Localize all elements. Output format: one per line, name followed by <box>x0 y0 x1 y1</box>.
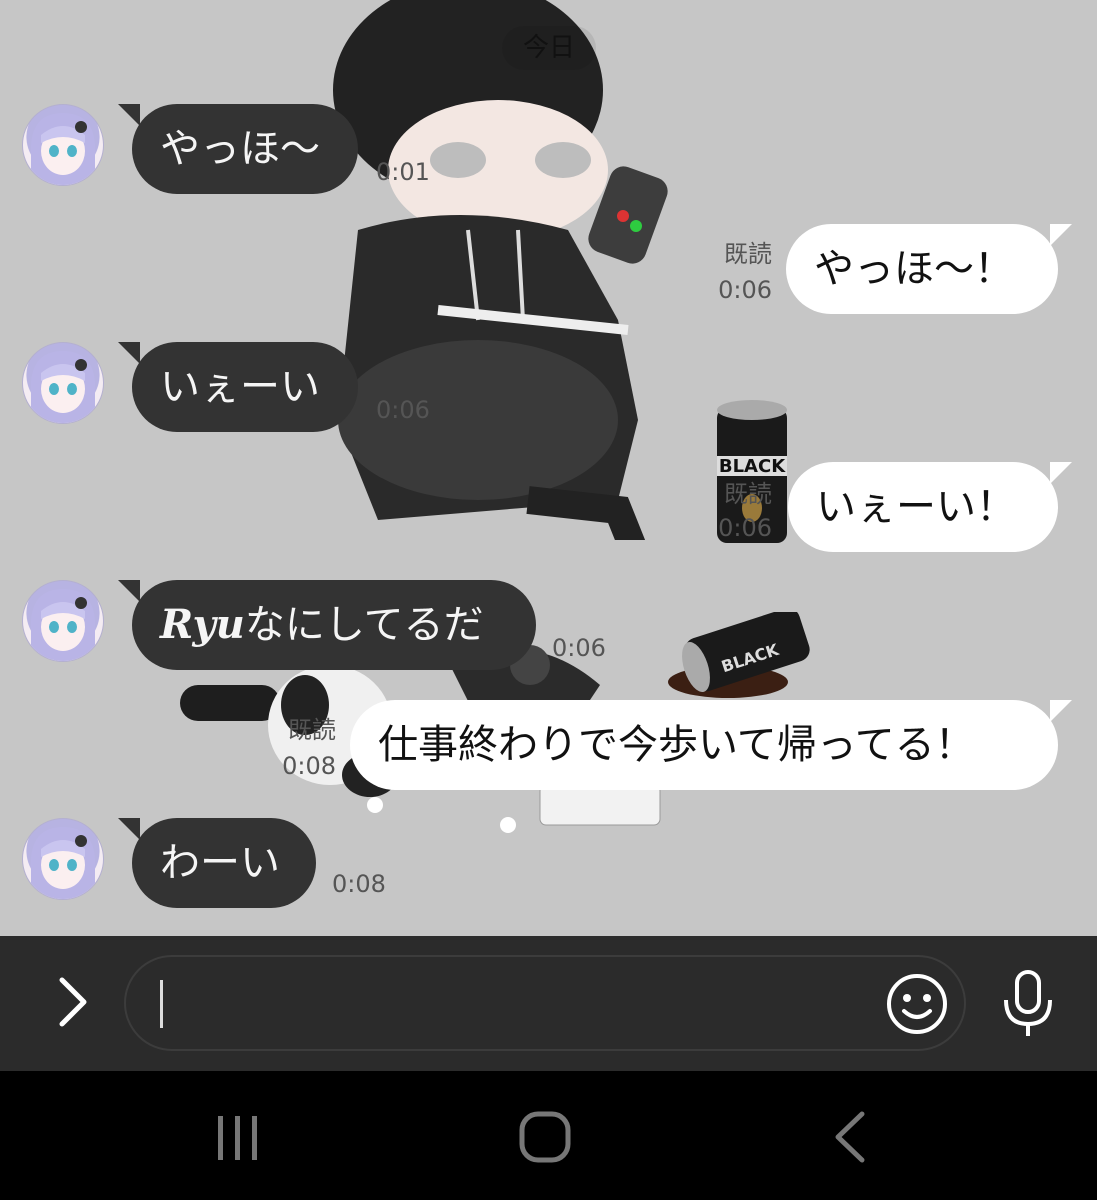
avatar[interactable] <box>22 104 104 186</box>
background-illustration-character <box>333 0 668 540</box>
message-bubble[interactable]: やっほ〜！ <box>786 224 1072 314</box>
chevron-right-icon <box>59 977 87 1027</box>
back-icon <box>835 1111 865 1163</box>
message-text: やっほ〜 <box>160 126 320 172</box>
message-time: 0:01 <box>376 158 430 186</box>
message-input[interactable] <box>124 955 966 1051</box>
read-receipt: 既読 <box>288 716 336 744</box>
chat-area[interactable]: BLACK BLACK 今日 やっほ〜 0:01 既読 0:06 やっほ〜！ い… <box>0 0 1097 936</box>
message-time: 0:06 <box>376 396 430 424</box>
expand-button[interactable] <box>42 972 102 1032</box>
avatar-image <box>31 113 95 185</box>
message-bubble[interactable]: いぇーい <box>118 342 358 432</box>
message-text: やっほ〜！ <box>814 246 1014 292</box>
read-receipt: 既読 <box>724 480 772 508</box>
message-text: いぇーい！ <box>816 484 1016 530</box>
home-button[interactable] <box>516 1108 574 1166</box>
recent-apps-button[interactable] <box>208 1110 268 1166</box>
smiley-icon <box>887 974 947 1034</box>
message-time: 0:08 <box>332 870 386 898</box>
microphone-button[interactable] <box>996 968 1060 1040</box>
message-bubble[interactable]: やっほ〜 <box>118 104 358 194</box>
message-time: 0:06 <box>718 514 772 542</box>
message-bubble[interactable]: いぇーい！ <box>788 462 1072 552</box>
home-icon <box>519 1111 571 1163</box>
svg-text:BLACK: BLACK <box>719 456 786 477</box>
back-button[interactable] <box>826 1108 874 1166</box>
message-text: いぇーい <box>160 364 320 410</box>
avatar[interactable] <box>22 818 104 900</box>
avatar-image <box>31 589 95 661</box>
emoji-button[interactable] <box>884 971 950 1037</box>
avatar[interactable] <box>22 580 104 662</box>
message-text: 仕事終わりで今歩いて帰ってる！ <box>378 722 975 768</box>
message-text: なにしてるだ <box>244 602 484 648</box>
message-time: 0:06 <box>718 276 772 304</box>
read-receipt: 既読 <box>724 240 772 268</box>
message-time: 0:06 <box>552 634 606 662</box>
message-bubble[interactable]: Ryuなにしてるだ <box>118 580 536 670</box>
text-cursor <box>160 980 163 1028</box>
recent-apps-icon <box>218 1116 257 1160</box>
avatar-image <box>31 827 95 899</box>
date-separator: 今日 <box>502 26 596 70</box>
message-bubble[interactable]: わーい <box>118 818 316 908</box>
avatar[interactable] <box>22 342 104 424</box>
microphone-icon <box>1004 970 1052 1036</box>
message-text-prefix: Ryu <box>160 601 245 648</box>
message-bubble[interactable]: 仕事終わりで今歩いて帰ってる！ <box>350 700 1072 790</box>
avatar-image <box>31 351 95 423</box>
message-text: わーい <box>160 840 280 886</box>
message-time: 0:08 <box>282 752 336 780</box>
